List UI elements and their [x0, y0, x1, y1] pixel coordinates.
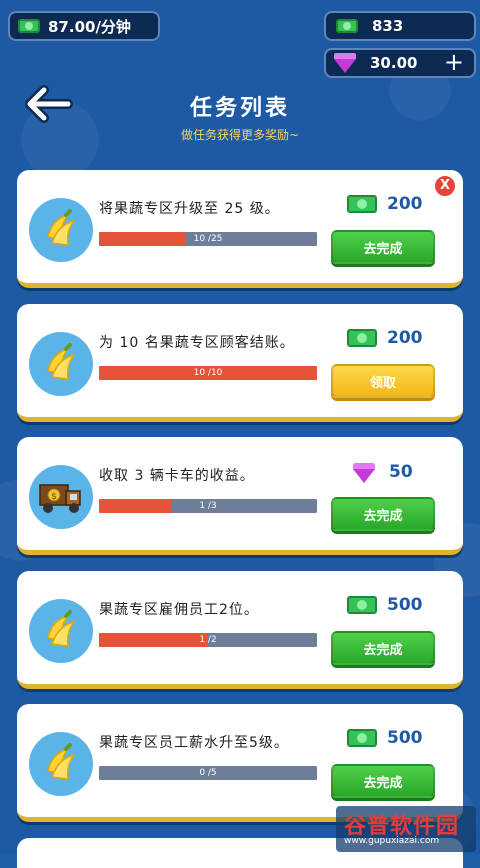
cash-icon	[347, 596, 377, 614]
cash-icon	[347, 729, 377, 747]
task-progress-bar: 0 /5	[99, 766, 317, 780]
task-reward: 200	[347, 194, 453, 214]
reward-amount: 200	[387, 328, 423, 348]
progress-text: 1 /3	[199, 501, 217, 511]
gem-balance-text: 30.00	[370, 54, 418, 72]
banana-icon	[29, 599, 93, 663]
task-reward: 500	[347, 728, 453, 748]
task-card: $ 收取 3 辆卡车的收益。 1 /3 50 去完成	[17, 437, 463, 555]
progress-text: 10 /25	[193, 234, 223, 244]
task-description: 收取 3 辆卡车的收益。	[99, 468, 255, 484]
gem-icon	[334, 53, 356, 73]
reward-amount: 200	[387, 194, 423, 214]
cash-balance-pill: 833	[324, 11, 476, 41]
task-card: 果蔬专区雇佣员工2位。 1 /2 500 去完成	[17, 571, 463, 689]
truck-icon: $	[29, 465, 93, 529]
task-description: 果蔬专区员工薪水升至5级。	[99, 735, 289, 751]
progress-text: 10 /10	[193, 368, 223, 378]
task-progress-bar: 10 /25	[99, 232, 317, 246]
income-rate-pill: 87.00/分钟	[8, 11, 160, 41]
task-progress-bar: 1 /2	[99, 633, 317, 647]
task-description: 为 10 名果蔬专区顾客结账。	[99, 335, 295, 351]
claim-button[interactable]: 领取	[331, 364, 435, 398]
reward-amount: 500	[387, 595, 423, 615]
go-complete-button[interactable]: 去完成	[331, 631, 435, 665]
watermark: 谷普软件园 www.gupuxiazai.com	[336, 806, 476, 852]
gem-icon	[353, 463, 375, 483]
cash-icon	[18, 19, 40, 33]
task-progress-bar: 10 /10	[99, 366, 317, 380]
task-description: 果蔬专区雇佣员工2位。	[99, 602, 259, 618]
progress-text: 1 /2	[199, 635, 217, 645]
banana-icon	[29, 198, 93, 262]
task-progress-bar: 1 /3	[99, 499, 317, 513]
cash-icon	[336, 19, 358, 33]
task-card: 将果蔬专区升级至 25 级。 10 /25 200 去完成 X	[17, 170, 463, 288]
go-complete-button[interactable]: 去完成	[331, 764, 435, 798]
task-card: 果蔬专区员工薪水升至5级。 0 /5 500 去完成	[17, 704, 463, 822]
gem-balance-pill[interactable]: 30.00 +	[324, 48, 476, 78]
close-button[interactable]: X	[433, 174, 457, 198]
add-gems-button[interactable]: +	[444, 48, 464, 76]
go-complete-button[interactable]: 去完成	[331, 230, 435, 264]
task-card: 为 10 名果蔬专区顾客结账。 10 /10 200 领取	[17, 304, 463, 422]
reward-amount: 50	[389, 462, 413, 482]
svg-text:$: $	[51, 492, 57, 502]
task-description: 将果蔬专区升级至 25 级。	[99, 201, 280, 217]
go-complete-button[interactable]: 去完成	[331, 497, 435, 531]
task-reward: 500	[347, 595, 453, 615]
task-reward: 200	[347, 328, 453, 348]
cash-balance-text: 833	[372, 17, 404, 35]
reward-amount: 500	[387, 728, 423, 748]
progress-text: 0 /5	[199, 768, 217, 778]
cash-icon	[347, 195, 377, 213]
income-rate-text: 87.00/分钟	[48, 17, 131, 36]
watermark-url: www.gupuxiazai.com	[344, 836, 440, 846]
banana-icon	[29, 332, 93, 396]
page-title: 任务列表	[189, 96, 290, 121]
task-reward: 50	[347, 461, 453, 483]
banana-icon	[29, 732, 93, 796]
cash-icon	[347, 329, 377, 347]
page-subtitle: 做任务获得更多奖励~	[180, 128, 300, 142]
